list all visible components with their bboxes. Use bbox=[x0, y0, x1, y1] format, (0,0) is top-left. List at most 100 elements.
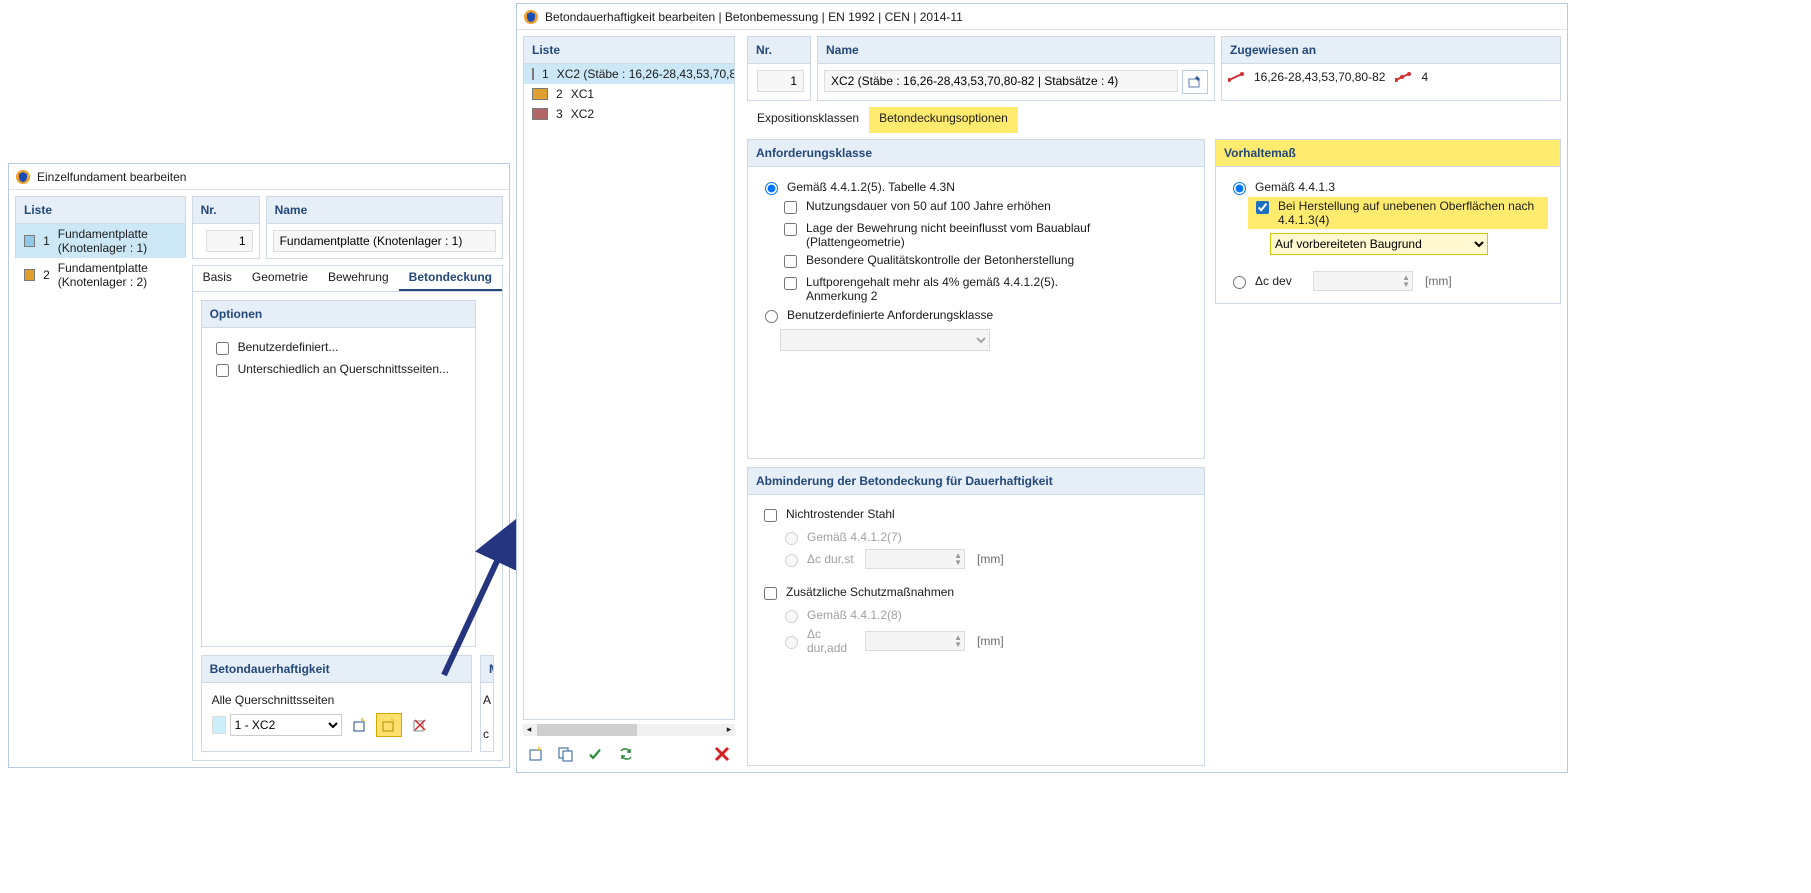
new-icon bbox=[351, 717, 367, 733]
color-swatch bbox=[24, 235, 35, 247]
opt-label: Unterschiedlich an Querschnittsseiten... bbox=[238, 362, 449, 376]
radio-gem-4412-input[interactable] bbox=[765, 182, 778, 195]
foundation-list-item-1[interactable]: 1 Fundamentplatte (Knotenlager : 1) bbox=[16, 224, 185, 258]
a-label: A bbox=[483, 693, 491, 707]
chk-uneben-input[interactable] bbox=[1256, 201, 1269, 214]
radio-benutzerdefiniert-input[interactable] bbox=[765, 310, 778, 323]
durability-list-item-3[interactable]: 3 XC2 bbox=[524, 104, 734, 124]
toolbar-check-button[interactable] bbox=[583, 742, 609, 766]
nr-input[interactable] bbox=[206, 230, 253, 252]
chk-nichtrostend[interactable]: Nichtrostender Stahl bbox=[760, 505, 1192, 527]
tab-bewehrung[interactable]: Bewehrung bbox=[318, 266, 399, 291]
list-item-index: 2 bbox=[43, 268, 50, 282]
chk-luftporen[interactable]: Luftporengehalt mehr als 4% gemäß 4.4.1.… bbox=[780, 273, 1192, 305]
shield-icon bbox=[15, 169, 31, 185]
dialog-durability-title-bar[interactable]: Betondauerhaftigkeit bearbeiten | Betonb… bbox=[517, 4, 1567, 30]
dur-name-input[interactable] bbox=[824, 70, 1178, 92]
row-dcdurst: Δc dur,st ▲▼ [mm] bbox=[780, 547, 1192, 571]
zugewiesen-header: Zugewiesen an bbox=[1222, 37, 1560, 64]
tab-betondeckungsoptionen[interactable]: Betondeckungsoptionen bbox=[869, 107, 1018, 133]
edit-button[interactable] bbox=[376, 713, 402, 737]
tab-betondeckung[interactable]: Betondeckung bbox=[399, 266, 502, 291]
dialog-foundation: Einzelfundament bearbeiten Liste 1 Funda… bbox=[8, 163, 510, 768]
radio-label: Benutzerdefinierte Anforderungsklasse bbox=[787, 308, 993, 322]
chk-nutzungsdauer[interactable]: Nutzungsdauer von 50 auf 100 Jahre erhöh… bbox=[780, 197, 1192, 219]
copy-icon bbox=[557, 745, 575, 763]
chk-uneben[interactable]: Bei Herstellung auf unebenen Oberflächen… bbox=[1248, 197, 1548, 229]
row-dcduradd: Δc dur,add ▲▼ [mm] bbox=[780, 625, 1192, 657]
new-icon bbox=[527, 745, 545, 763]
durability-tabbar: Expositionsklassen Betondeckungsoptionen bbox=[747, 107, 1561, 133]
opt-benutzerdefiniert[interactable]: Benutzerdefiniert... bbox=[212, 338, 465, 360]
radio-dcdev[interactable]: Δc dev ▲▼ [mm] bbox=[1228, 269, 1548, 293]
dur-name-header: Name bbox=[818, 37, 1214, 64]
opt-label: Benutzerdefiniert... bbox=[238, 340, 339, 354]
foundation-list-pane: Liste 1 Fundamentplatte (Knotenlager : 1… bbox=[9, 190, 192, 767]
name-input[interactable] bbox=[273, 230, 496, 252]
durability-list-item-2[interactable]: 2 XC1 bbox=[524, 84, 734, 104]
list-item-label: XC2 bbox=[571, 107, 594, 121]
dialog-durability-title: Betondauerhaftigkeit bearbeiten | Betonb… bbox=[545, 4, 963, 30]
assigned-members: 16,26-28,43,53,70,80-82 bbox=[1254, 70, 1385, 84]
set-icon bbox=[1395, 72, 1411, 82]
toolbar-sync-button[interactable] bbox=[613, 742, 639, 766]
xc2-color-swatch bbox=[212, 716, 226, 734]
c-label: c bbox=[483, 727, 491, 741]
durability-list-item-1[interactable]: 1 XC2 (Stäbe : 16,26-28,43,53,70,80-8 bbox=[524, 64, 734, 84]
toolbar-close-button[interactable] bbox=[709, 742, 735, 766]
all-sides-label: Alle Querschnittsseiten bbox=[212, 693, 461, 707]
color-swatch bbox=[532, 88, 548, 100]
radio-4413[interactable]: Gemäß 4.4.1.3 bbox=[1228, 177, 1548, 197]
list-item-label: XC1 bbox=[571, 87, 594, 101]
foundation-tabbar: Basis Geometrie Bewehrung Betondeckung bbox=[193, 266, 502, 292]
toolbar-copy-button[interactable] bbox=[553, 742, 579, 766]
color-swatch bbox=[532, 68, 534, 80]
radio-gem-4412[interactable]: Gemäß 4.4.1.2(5). Tabelle 4.3N bbox=[760, 177, 1192, 197]
edit-icon bbox=[381, 717, 397, 733]
opt-benutzerdefiniert-checkbox[interactable] bbox=[216, 342, 229, 355]
list-item-index: 1 bbox=[542, 67, 549, 81]
dialog-foundation-title-bar[interactable]: Einzelfundament bearbeiten bbox=[9, 164, 509, 190]
anforderungsklasse-header: Anforderungsklasse bbox=[748, 140, 1204, 167]
list-item-label: Fundamentplatte (Knotenlager : 1) bbox=[58, 227, 177, 255]
radio-benutzerdefiniert[interactable]: Benutzerdefinierte Anforderungsklasse bbox=[760, 305, 1192, 325]
horizontal-scrollbar[interactable]: ◂ ▸ bbox=[523, 724, 735, 736]
radio-4413-input[interactable] bbox=[1233, 182, 1246, 195]
opt-unterschiedlich-checkbox[interactable] bbox=[216, 364, 229, 377]
opt-unterschiedlich[interactable]: Unterschiedlich an Querschnittsseiten... bbox=[212, 360, 465, 382]
optionen-header: Optionen bbox=[202, 301, 475, 328]
durability-select[interactable]: 1 - XC2 bbox=[230, 714, 342, 736]
durability-list-header: Liste bbox=[524, 37, 734, 64]
vorhaltemass-header-wrap: Vorhaltemaß bbox=[1216, 140, 1560, 167]
baugrund-select[interactable]: Auf vorbereiteten Baugrund bbox=[1270, 233, 1488, 255]
dur-nr-header: Nr. bbox=[748, 37, 810, 64]
dcdurst-input: ▲▼ bbox=[865, 549, 965, 569]
user-class-select bbox=[780, 329, 990, 351]
toolbar-new-button[interactable] bbox=[523, 742, 549, 766]
dur-nr-input[interactable] bbox=[757, 70, 804, 92]
list-item-label: XC2 (Stäbe : 16,26-28,43,53,70,80-8 bbox=[557, 67, 735, 81]
dcdev-input: ▲▼ bbox=[1313, 271, 1413, 291]
radio-4412-7: Gemäß 4.4.1.2(7) bbox=[780, 527, 1192, 547]
chk-lage-bewehrung[interactable]: Lage der Bewehrung nicht beeinflusst vom… bbox=[780, 219, 1192, 251]
radio-dcdev-input[interactable] bbox=[1233, 276, 1246, 289]
tab-geometrie[interactable]: Geometrie bbox=[242, 266, 318, 291]
list-item-index: 3 bbox=[556, 107, 563, 121]
chk-schutz[interactable]: Zusätzliche Schutzmaßnahmen bbox=[760, 583, 1192, 605]
foundation-list-item-2[interactable]: 2 Fundamentplatte (Knotenlager : 2) bbox=[16, 258, 185, 292]
foundation-list-header: Liste bbox=[16, 197, 185, 224]
radio-4412-8: Gemäß 4.4.1.2(8) bbox=[780, 605, 1192, 625]
vorhaltemass-header: Vorhaltemaß bbox=[1216, 140, 1560, 166]
list-item-index: 2 bbox=[556, 87, 563, 101]
pencil-icon bbox=[1187, 74, 1203, 90]
tab-expositionsklassen[interactable]: Expositionsklassen bbox=[747, 107, 869, 133]
delete-button[interactable] bbox=[406, 713, 432, 737]
assigned-sets: 4 bbox=[1421, 70, 1428, 84]
abminderung-header: Abminderung der Betondeckung für Dauerha… bbox=[748, 468, 1204, 495]
new-button[interactable] bbox=[346, 713, 372, 737]
rename-button[interactable] bbox=[1182, 70, 1208, 94]
delete-icon bbox=[411, 717, 427, 733]
tab-basis[interactable]: Basis bbox=[193, 266, 242, 291]
chk-qualitaet[interactable]: Besondere Qualitätskontrolle der Betonhe… bbox=[780, 251, 1192, 273]
color-swatch bbox=[532, 108, 548, 120]
